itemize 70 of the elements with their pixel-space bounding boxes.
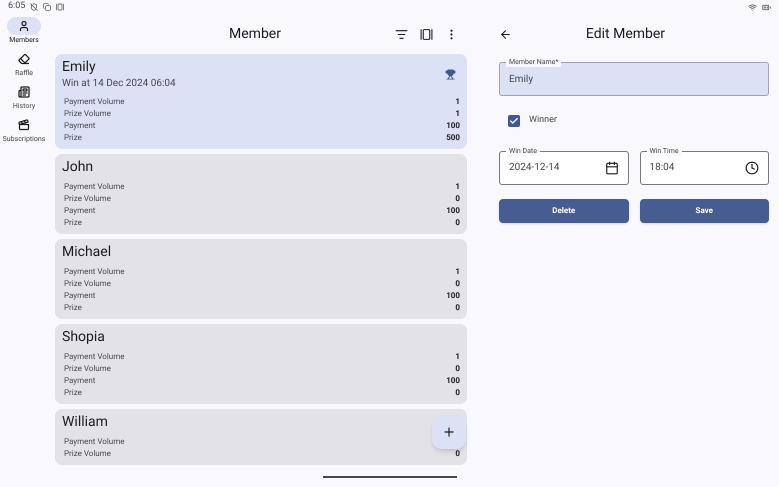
winner-checkbox[interactable] — [508, 114, 520, 127]
stat-value: 100 — [446, 290, 460, 302]
member-card[interactable]: William Payment Volume Prize Volume 0 — [55, 409, 467, 465]
eraser-icon — [18, 53, 30, 65]
stat-value: 0 — [455, 193, 460, 205]
member-card[interactable]: Emily Win at 14 Dec 2024 06:04 Payment Volume 1 Prize Volume 1 Payment 100 Prize 500 — [55, 54, 467, 149]
stat-value: 1 — [455, 108, 460, 120]
stat-value: 0 — [455, 217, 460, 229]
stat-label: Payment — [64, 205, 96, 217]
stat-value: 1 — [455, 266, 460, 278]
status-time: 6:05 — [8, 0, 26, 14]
stat-label: Prize — [64, 302, 82, 314]
stat-value: 500 — [446, 132, 460, 144]
stat-label: Payment Volume — [64, 351, 124, 363]
stat-value: 0 — [455, 363, 460, 375]
field-value: Emily — [509, 72, 534, 86]
stat-value: 1 — [455, 96, 460, 108]
calendar-icon — [604, 160, 618, 174]
wifi-icon — [748, 2, 757, 12]
member-card[interactable]: John Payment Volume 1 Prize Volume 0 Payment 100 Prize 0 — [55, 154, 467, 234]
stat-value: 100 — [446, 120, 460, 132]
stat-label: Payment — [64, 120, 96, 132]
person-icon — [18, 20, 30, 32]
action-button[interactable]: Delete — [499, 198, 628, 222]
stat-value: 100 — [446, 375, 460, 387]
stat-label: Prize — [64, 217, 82, 229]
list-title: Member — [228, 24, 282, 44]
stat-label: Payment — [64, 290, 96, 302]
member-name: Michael — [62, 244, 112, 261]
member-subtitle: Win at 14 Dec 2024 06:04 — [62, 77, 177, 91]
stat-label: Prize Volume — [64, 278, 111, 290]
stat-label: Prize — [64, 387, 82, 399]
sort-icon[interactable] — [395, 28, 408, 40]
stat-value: 1 — [455, 351, 460, 363]
back-icon[interactable] — [499, 28, 512, 40]
stat-label: Payment Volume — [64, 436, 124, 448]
member-card[interactable]: Shopia Payment Volume 1 Prize Volume 0 Payment 100 Prize 0 — [55, 324, 467, 404]
field-value: 2024-12-14 — [509, 161, 560, 175]
member-card[interactable]: Michael Payment Volume 1 Prize Volume 0 Payment 100 Prize 0 — [55, 239, 467, 319]
add-icon — [442, 425, 456, 439]
stat-value: 0 — [455, 278, 460, 290]
member-name: Shopia — [62, 329, 106, 346]
member-name: William — [62, 414, 109, 431]
stat-label: Payment Volume — [64, 96, 124, 108]
copy-icon — [43, 3, 52, 11]
winner-label: Winner — [529, 114, 557, 127]
editor-title: Edit Member — [584, 24, 666, 44]
newspaper-icon — [18, 86, 30, 98]
clapperboard-icon — [18, 119, 30, 131]
stat-value: 0 — [455, 448, 460, 460]
stat-value: 0 — [455, 387, 460, 399]
stat-label: Prize — [64, 132, 82, 144]
battery-icon — [762, 2, 771, 12]
clock-icon — [745, 160, 759, 174]
gallery-icon[interactable] — [420, 28, 433, 40]
field-value: 18:04 — [650, 161, 676, 175]
shield-icon — [30, 3, 38, 11]
stat-label: Payment Volume — [64, 181, 124, 193]
action-button[interactable]: Save — [640, 198, 769, 222]
stat-value: 0 — [455, 302, 460, 314]
stat-label: Payment — [64, 375, 96, 387]
stat-label: Prize Volume — [64, 193, 111, 205]
stat-value: 1 — [455, 181, 460, 193]
stat-label: Payment Volume — [64, 266, 124, 278]
stat-label: Prize Volume — [64, 108, 111, 120]
member-name: Emily — [62, 59, 97, 76]
stat-label: Prize Volume — [64, 448, 111, 460]
stat-value: 100 — [446, 205, 460, 217]
stat-label: Prize Volume — [64, 363, 111, 375]
member-name: John — [62, 159, 94, 176]
